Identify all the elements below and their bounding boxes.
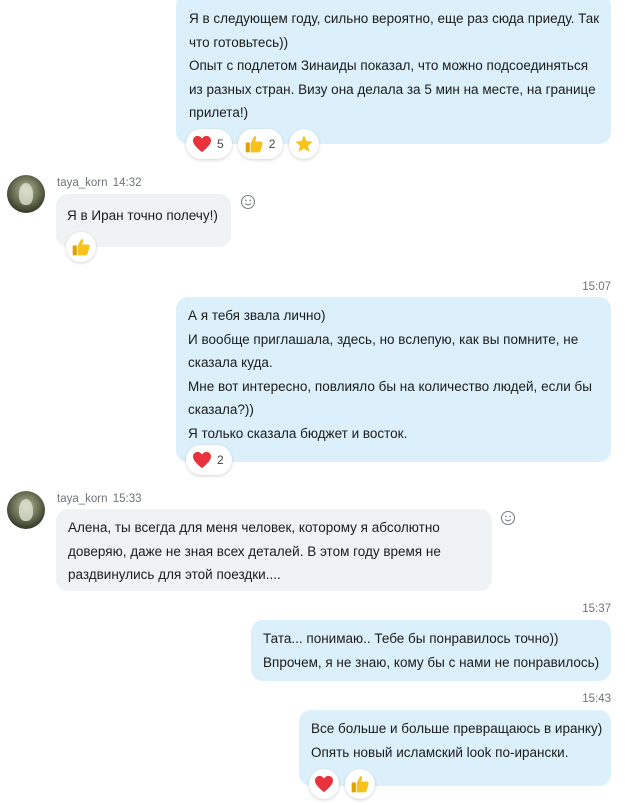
message-text: А я тебя звала лично)	[188, 308, 326, 323]
add-reaction-icon[interactable]	[500, 510, 516, 526]
heart-icon	[315, 775, 333, 793]
sender-name[interactable]: taya_korn	[57, 177, 108, 189]
reactions-bar: 2	[186, 445, 232, 475]
star-icon	[295, 135, 314, 152]
message-time: 15:07	[582, 281, 611, 293]
avatar[interactable]	[7, 491, 45, 529]
sender-name[interactable]: taya_korn	[57, 493, 108, 505]
reaction-thumbs-up[interactable]	[345, 769, 375, 799]
message-text: Тата... понимаю.. Тебе бы понравилось то…	[263, 631, 559, 646]
message-bubble-outgoing[interactable]: А я тебя звала лично) И вообще приглашал…	[176, 297, 611, 462]
thumbs-up-icon	[72, 239, 90, 256]
reaction-thumbs-up[interactable]: 2	[237, 129, 284, 159]
message-text: сказала куда.	[188, 355, 273, 370]
reaction-star[interactable]	[289, 129, 320, 159]
message-bubble-outgoing[interactable]: Я в следующем году, сильно вероятно, еще…	[176, 0, 611, 144]
message-text: раздвинулись для этой поездки....	[68, 567, 281, 582]
heart-icon	[193, 451, 211, 469]
reaction-count: 2	[268, 137, 276, 151]
reaction-count: 5	[217, 137, 224, 151]
message-text: сказала?))	[188, 402, 254, 417]
reactions-bar	[66, 232, 96, 262]
message-text: Впрочем, я не знаю, кому бы с нами не по…	[263, 654, 600, 670]
message-time: 14:32	[112, 177, 142, 189]
message-text: Мне вот интересно, повлияло бы на количе…	[188, 378, 592, 394]
message-text: Все больше и больше превращаюсь в иранку…	[311, 721, 603, 736]
reaction-heart[interactable]	[309, 769, 339, 799]
sender-line: taya_korn 15:33	[57, 493, 142, 505]
message-text: что готовьтесь))	[189, 34, 289, 50]
message-bubble-outgoing[interactable]: Тата... понимаю.. Тебе бы понравилось то…	[251, 620, 611, 681]
message-text: из разных стран. Визу она делала за 5 ми…	[189, 81, 596, 97]
message-text: И вообще приглашала, здесь, но вслепую, …	[188, 331, 579, 347]
reactions-bar: 5 2	[186, 129, 320, 159]
message-time: 15:43	[582, 693, 611, 705]
message-text: Я только сказала бюджет и восток.	[188, 425, 408, 441]
reaction-count: 2	[217, 453, 224, 467]
add-reaction-icon[interactable]	[240, 194, 256, 210]
message-text: доверяю, даже не зная всех деталей. В эт…	[68, 543, 441, 559]
heart-icon	[193, 135, 211, 153]
message-time: 15:33	[112, 493, 142, 505]
message-time: 15:37	[582, 603, 611, 615]
thumbs-up-icon	[351, 776, 369, 793]
message-text: Алена, ты всегда для меня человек, котор…	[68, 520, 440, 535]
message-bubble-incoming[interactable]: Алена, ты всегда для меня человек, котор…	[56, 509, 492, 591]
avatar[interactable]	[7, 175, 45, 213]
reaction-heart[interactable]: 5	[186, 129, 232, 159]
message-text: Я в следующем году, сильно вероятно, еще…	[189, 11, 600, 26]
message-text: прилета!)	[189, 105, 249, 120]
thumbs-up-icon	[245, 136, 263, 153]
sender-line: taya_korn 14:32	[57, 177, 142, 189]
message-text: Опыт с подлетом Зинаиды показал, что мож…	[189, 58, 589, 73]
message-text: Я в Иран точно полечу!)	[67, 208, 218, 223]
reactions-bar	[309, 769, 375, 799]
reaction-thumbs-up[interactable]	[66, 232, 96, 262]
reaction-heart[interactable]: 2	[186, 445, 232, 475]
message-text: Опять новый исламский look по-ирански.	[311, 744, 569, 760]
